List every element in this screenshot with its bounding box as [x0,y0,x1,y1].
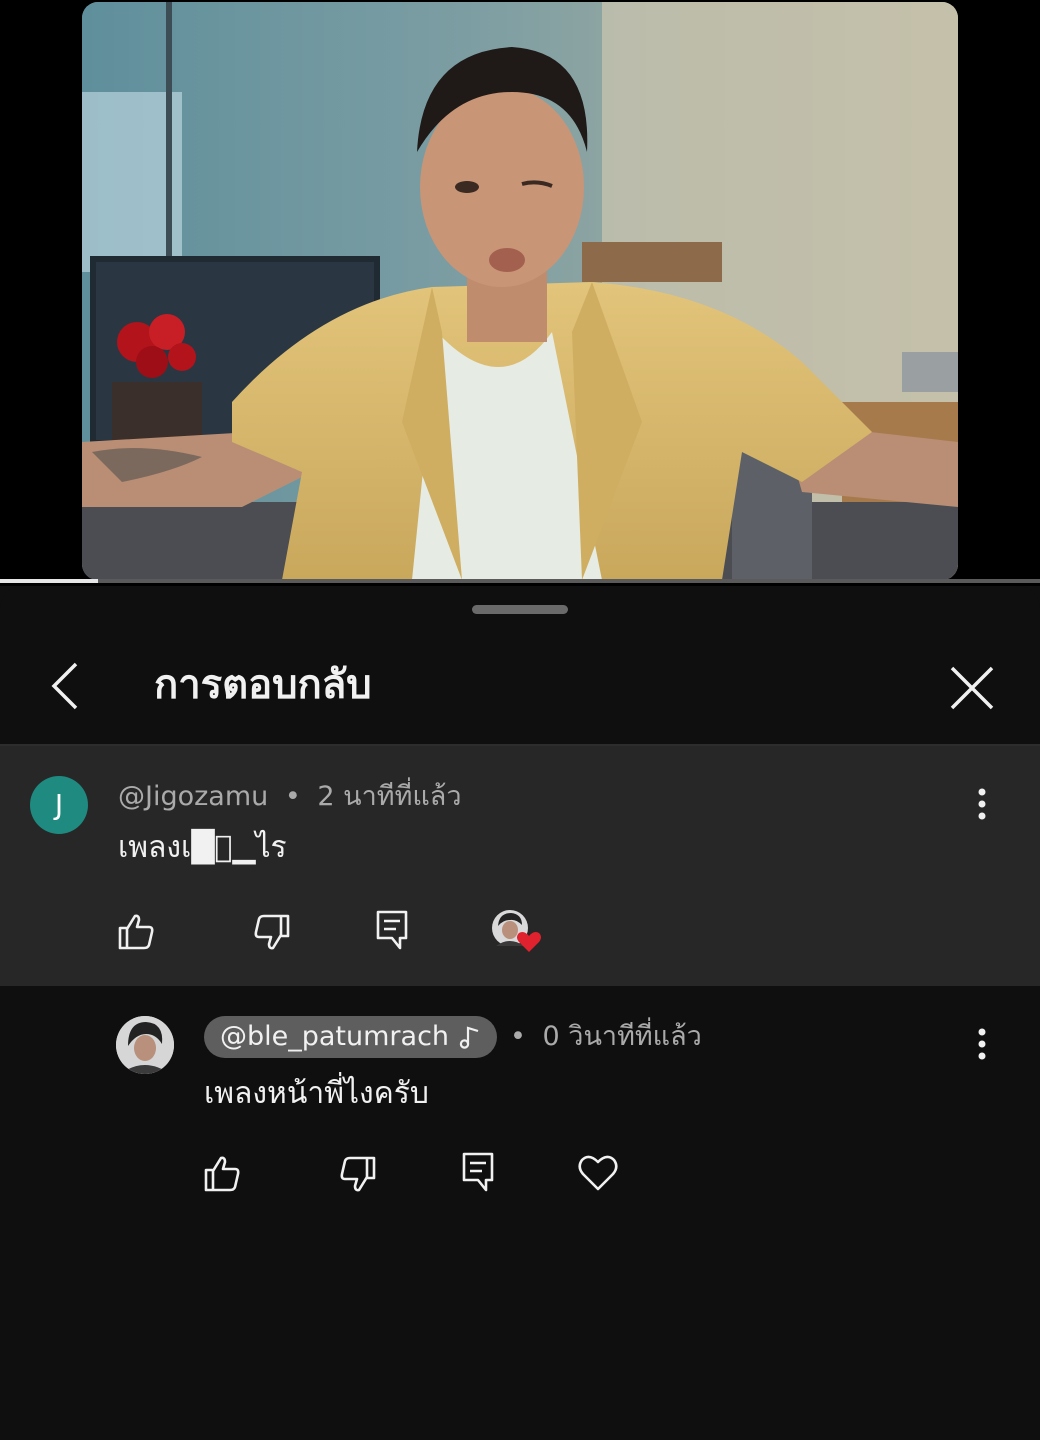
more-vertical-icon [978,1028,986,1060]
avatar[interactable]: J [30,776,88,834]
back-button[interactable] [44,662,92,710]
reply-button[interactable] [456,1150,500,1194]
profile-photo-image [116,1016,174,1074]
comment-text: เพลงหน้าพี่ไงครับ [204,1076,429,1111]
meta-separator: • [510,1021,526,1052]
drag-handle[interactable] [472,605,568,614]
dislike-icon [340,1156,376,1192]
close-button[interactable] [946,662,998,714]
heart-button[interactable] [576,1150,620,1194]
music-note-icon [459,1026,479,1049]
more-vertical-icon [978,788,986,820]
like-icon [118,914,154,950]
reply-comment: @ble_patumrach • 0 วินาทีที่แล้ว เพลงหน้… [0,986,1040,1206]
sheet-header: การตอบกลับ [0,626,1040,746]
comment-text: เพลงเ█้▁ไร [118,830,287,865]
reply-button[interactable] [370,908,414,952]
chevron-left-icon [51,662,78,710]
comment-author[interactable]: @Jigozamu [118,781,268,812]
video-progress-bar[interactable] [0,579,1040,583]
comment-time: 2 นาทีที่แล้ว [317,781,462,812]
like-button[interactable] [200,1152,244,1196]
video-player[interactable] [0,0,1040,586]
heart-icon [578,1155,618,1191]
like-icon [204,1156,240,1192]
dislike-button[interactable] [336,1152,380,1196]
dislike-icon [254,914,290,950]
comment-time: 0 วินาทีที่แล้ว [542,1021,702,1052]
dislike-button[interactable] [250,910,294,954]
comment-author: @ble_patumrach [220,1021,450,1052]
avatar[interactable] [116,1016,174,1074]
close-icon [950,666,994,710]
like-button[interactable] [114,910,158,954]
video-progress-fill [0,579,98,583]
meta-separator: • [284,781,301,812]
comment-meta: • 0 วินาทีที่แล้ว [510,1020,702,1054]
video-frame[interactable] [82,2,958,580]
replies-sheet: การตอบกลับ J @Jigozamu • 2 นาทีที่แล้ว เ… [0,586,1040,1440]
reply-icon [462,1152,494,1192]
page-title: การตอบกลับ [154,662,372,708]
more-options-button[interactable] [970,784,994,828]
parent-comment: J @Jigozamu • 2 นาทีที่แล้ว เพลงเ█้▁ไร [0,746,1040,986]
creator-avatar-heart-icon [492,910,541,952]
comment-meta: @Jigozamu • 2 นาทีที่แล้ว [118,780,461,814]
app-root: การตอบกลับ J @Jigozamu • 2 นาทีที่แล้ว เ… [0,0,1040,1440]
author-badge[interactable]: @ble_patumrach [204,1016,498,1058]
reply-icon [376,910,408,950]
creator-heart-badge [490,910,544,956]
video-still-image [82,2,958,580]
more-options-button[interactable] [970,1024,994,1068]
